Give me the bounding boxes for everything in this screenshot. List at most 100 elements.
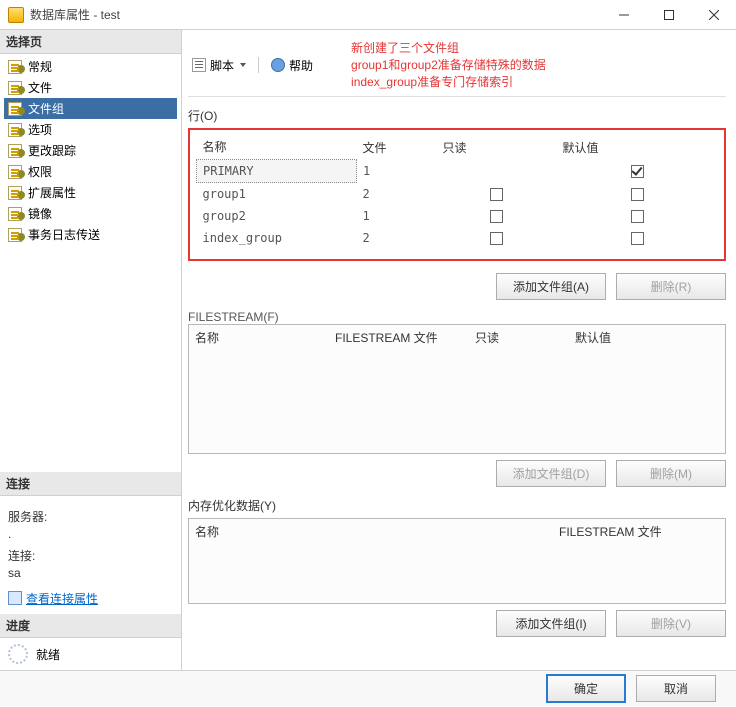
separator <box>258 57 259 73</box>
cell-name: group2 <box>197 205 357 227</box>
default-checkbox[interactable] <box>631 165 644 178</box>
cell-default <box>557 183 719 206</box>
cell-name: index_group <box>197 227 357 249</box>
dialog-footer: 确定 取消 <box>0 670 736 706</box>
annotation-line3: index_group准备专门存储索引 <box>351 74 546 91</box>
sidebar-item-label: 镜像 <box>28 205 52 222</box>
connection-header: 连接 <box>0 472 181 496</box>
sidebar-item-label: 文件 <box>28 79 52 96</box>
spinner-icon <box>8 644 28 664</box>
add-filegroup-a-button[interactable]: 添加文件组(A) <box>496 273 606 300</box>
table-row[interactable]: index_group2 <box>197 227 719 249</box>
table-row[interactable]: PRIMARY1 <box>197 160 719 183</box>
filegroup-table[interactable]: 名称 文件 只读 默认值 PRIMARY1group12group21index… <box>196 134 718 249</box>
mem-col-name: 名称 <box>195 523 559 540</box>
page-icon <box>8 186 22 200</box>
page-icon <box>8 60 22 74</box>
sidebar: 选择页 常规文件文件组选项更改跟踪权限扩展属性镜像事务日志传送 连接 服务器: … <box>0 30 182 670</box>
minimize-button[interactable] <box>601 0 646 30</box>
page-icon <box>8 165 22 179</box>
chevron-down-icon <box>240 63 246 67</box>
default-checkbox[interactable] <box>631 188 644 201</box>
cell-files: 1 <box>357 160 437 183</box>
page-icon <box>8 81 22 95</box>
sidebar-item-label: 常规 <box>28 58 52 75</box>
col-readonly: 只读 <box>437 134 557 160</box>
sidebar-item-0[interactable]: 常规 <box>4 56 177 77</box>
page-icon <box>8 144 22 158</box>
sidebar-item-label: 文件组 <box>28 100 64 117</box>
conn-label: 连接: <box>8 547 173 564</box>
help-label: 帮助 <box>289 57 313 74</box>
cell-default <box>557 160 719 183</box>
window-title: 数据库属性 - test <box>30 6 601 23</box>
progress-header: 进度 <box>0 614 181 638</box>
cell-default <box>557 205 719 227</box>
connection-icon <box>8 591 22 605</box>
add-filegroup-d-button[interactable]: 添加文件组(D) <box>496 460 606 487</box>
progress-status: 就绪 <box>36 646 60 663</box>
script-icon <box>192 58 206 72</box>
fs-col-readonly: 只读 <box>475 329 575 346</box>
default-checkbox[interactable] <box>631 210 644 223</box>
sidebar-item-5[interactable]: 权限 <box>4 161 177 182</box>
page-icon <box>8 228 22 242</box>
rows-group-label: 行(O) <box>188 107 726 124</box>
readonly-checkbox[interactable] <box>490 210 503 223</box>
mem-col-files: FILESTREAM 文件 <box>559 523 719 540</box>
sidebar-item-label: 扩展属性 <box>28 184 76 201</box>
server-label: 服务器: <box>8 508 173 525</box>
fs-col-default: 默认值 <box>575 329 611 346</box>
annotation-line1: 新创建了三个文件组 <box>351 40 546 57</box>
sidebar-item-label: 事务日志传送 <box>28 226 100 243</box>
sidebar-item-2[interactable]: 文件组 <box>4 98 177 119</box>
maximize-button[interactable] <box>646 0 691 30</box>
col-default: 默认值 <box>557 134 719 160</box>
help-icon <box>271 58 285 72</box>
readonly-checkbox[interactable] <box>490 232 503 245</box>
col-files: 文件 <box>357 134 437 160</box>
cell-files: 1 <box>357 205 437 227</box>
cell-files: 2 <box>357 183 437 206</box>
fs-col-files: FILESTREAM 文件 <box>335 329 475 346</box>
fs-col-name: 名称 <box>195 329 335 346</box>
cell-readonly <box>437 160 557 183</box>
delete-r-button[interactable]: 删除(R) <box>616 273 726 300</box>
page-icon <box>8 207 22 221</box>
help-button[interactable]: 帮助 <box>267 55 317 76</box>
mem-table[interactable]: 名称 FILESTREAM 文件 <box>188 518 726 604</box>
table-row[interactable]: group21 <box>197 205 719 227</box>
default-checkbox[interactable] <box>631 232 644 245</box>
conn-value: sa <box>8 566 173 580</box>
connection-panel: 服务器: . 连接: sa 查看连接属性 <box>0 496 181 615</box>
sidebar-item-label: 选项 <box>28 121 52 138</box>
script-button[interactable]: 脚本 <box>188 55 250 76</box>
cell-readonly <box>437 183 557 206</box>
delete-m-button[interactable]: 删除(M) <box>616 460 726 487</box>
cancel-button[interactable]: 取消 <box>636 675 716 702</box>
mem-group-label: 内存优化数据(Y) <box>188 497 726 514</box>
database-icon <box>8 7 24 23</box>
cell-readonly <box>437 227 557 249</box>
col-name: 名称 <box>197 134 357 160</box>
sidebar-item-6[interactable]: 扩展属性 <box>4 182 177 203</box>
ok-button[interactable]: 确定 <box>546 674 626 703</box>
close-button[interactable] <box>691 0 736 30</box>
view-connection-link[interactable]: 查看连接属性 <box>8 590 98 607</box>
add-filegroup-i-button[interactable]: 添加文件组(I) <box>496 610 606 637</box>
table-row[interactable]: group12 <box>197 183 719 206</box>
delete-v-button[interactable]: 删除(V) <box>616 610 726 637</box>
sidebar-item-label: 权限 <box>28 163 52 180</box>
filestream-table[interactable]: 名称 FILESTREAM 文件 只读 默认值 <box>188 324 726 454</box>
sidebar-item-3[interactable]: 选项 <box>4 119 177 140</box>
readonly-checkbox[interactable] <box>490 188 503 201</box>
sidebar-item-1[interactable]: 文件 <box>4 77 177 98</box>
titlebar: 数据库属性 - test <box>0 0 736 30</box>
sidebar-item-4[interactable]: 更改跟踪 <box>4 140 177 161</box>
sidebar-item-8[interactable]: 事务日志传送 <box>4 224 177 245</box>
progress-panel: 就绪 <box>0 638 181 670</box>
sidebar-item-7[interactable]: 镜像 <box>4 203 177 224</box>
cell-readonly <box>437 205 557 227</box>
nav-list: 常规文件文件组选项更改跟踪权限扩展属性镜像事务日志传送 <box>0 54 181 247</box>
page-icon <box>8 102 22 116</box>
